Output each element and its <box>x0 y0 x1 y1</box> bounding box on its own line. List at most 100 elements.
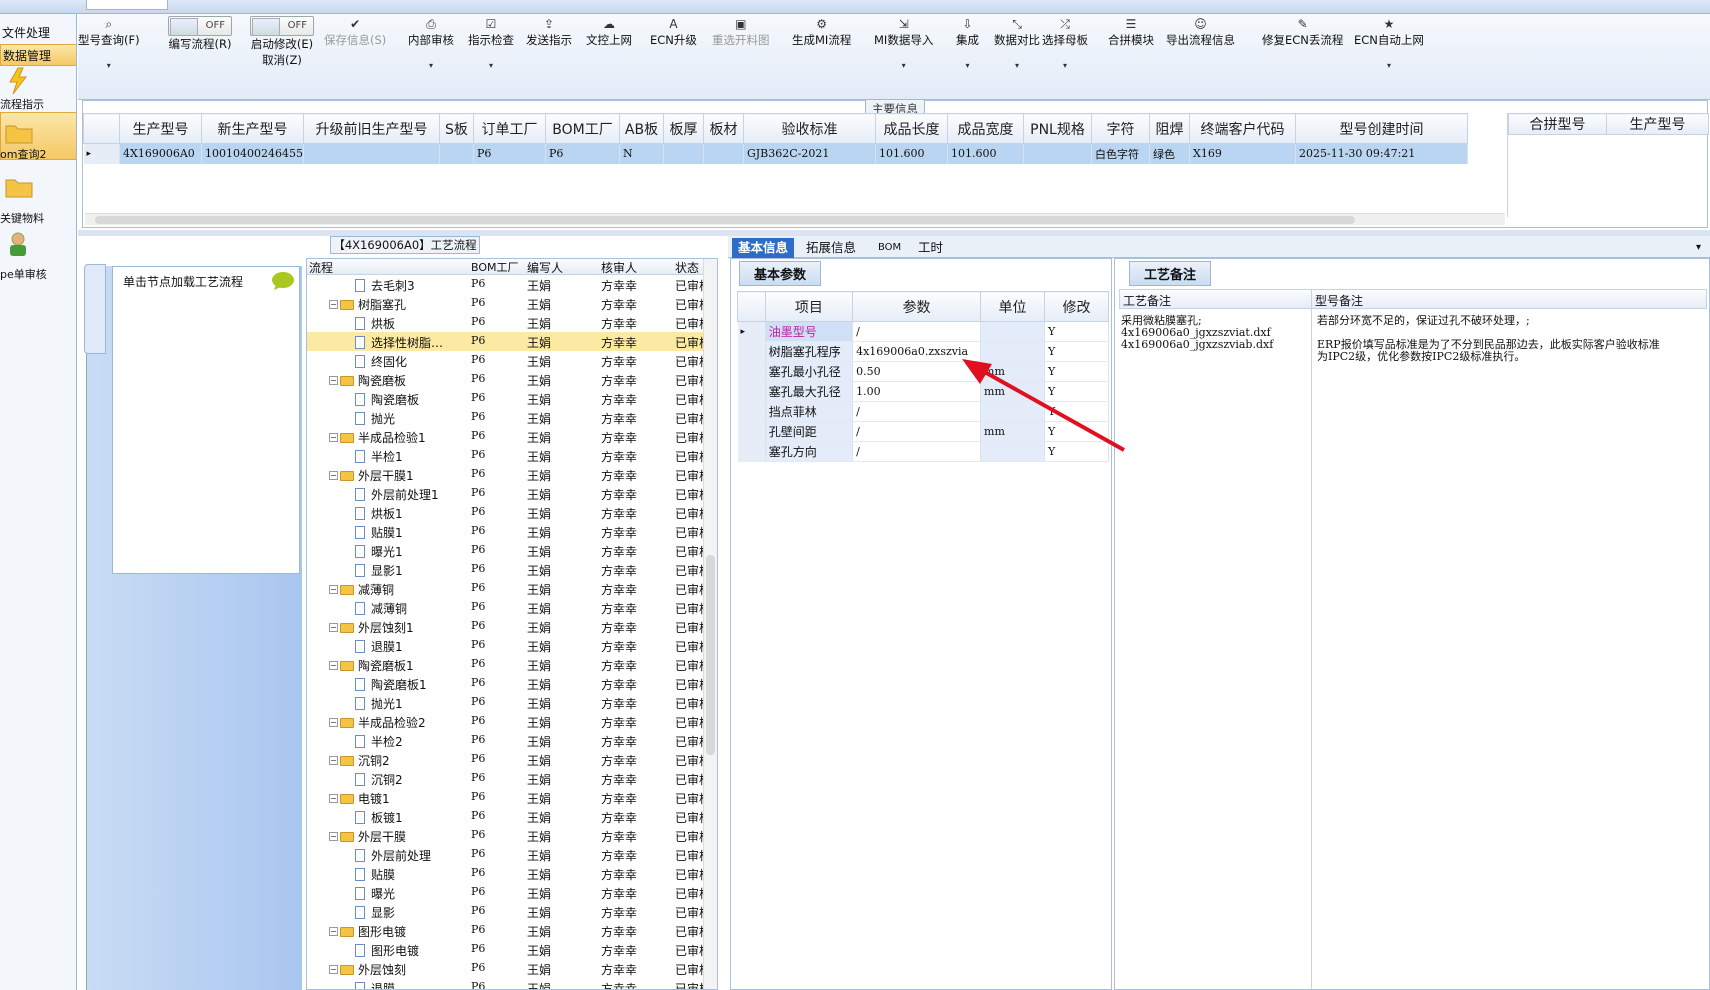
toolbar-button-1[interactable]: OFF 编写流程(R) <box>168 16 232 52</box>
collapse-icon[interactable]: − <box>329 471 338 480</box>
nav-key-material[interactable]: 关键物料 <box>0 210 76 226</box>
model-note-text[interactable]: 若部分环宽不足的，保证过孔不破环处理，; ERP报价填写品标准是为了不分到民品那… <box>1317 315 1660 363</box>
tree-row[interactable]: − 树脂塞孔 P6 王娟 方幸幸 已审核 <box>307 294 711 313</box>
chevron-down-icon[interactable]: ▾ <box>78 58 140 74</box>
toolbar-button-15[interactable]: ☰ 合拼模块 <box>1108 16 1154 48</box>
tree-row[interactable]: 外层前处理1 P6 王娟 方幸幸 已审核 <box>307 484 711 503</box>
main-cell[interactable] <box>1023 143 1092 164</box>
side-tab-vertical[interactable] <box>84 264 106 354</box>
subtab-basic-params[interactable]: 基本参数 <box>739 261 822 286</box>
toolbar-button-10[interactable]: ⚙ 生成MI流程 <box>792 16 851 48</box>
tree-row[interactable]: 减薄铜 P6 王娟 方幸幸 已审核 <box>307 598 711 617</box>
toolbar-button-17[interactable]: ✎ 修复ECN丢流程 <box>1262 16 1343 48</box>
main-col-header[interactable]: 验收标准 <box>742 113 876 144</box>
param-cell[interactable]: 孔壁间距 <box>765 421 854 442</box>
nav-pe-review[interactable]: pe单审核 <box>0 266 76 282</box>
param-col-header[interactable]: 参数 <box>852 291 982 322</box>
toolbar-button-8[interactable]: A ECN升级 <box>650 16 697 48</box>
tree-row[interactable]: 沉铜2 P6 王娟 方幸幸 已审核 <box>307 769 711 788</box>
param-col-header[interactable]: 单位 <box>980 291 1045 322</box>
param-cell[interactable]: / <box>852 321 982 342</box>
collapse-icon[interactable]: − <box>329 623 338 632</box>
tree-col-status[interactable]: 状态 <box>675 259 699 276</box>
toolbar-button-13[interactable]: ⤡ 数据对比 ▾ <box>994 16 1040 74</box>
chevron-down-icon[interactable]: ▾ <box>994 58 1040 74</box>
collapse-icon[interactable]: − <box>329 433 338 442</box>
scroll-thumb[interactable] <box>706 555 715 755</box>
tree-row[interactable]: 显影 P6 王娟 方幸幸 已审核 <box>307 902 711 921</box>
tree-col-writer[interactable]: 编写人 <box>527 259 563 276</box>
main-col-header[interactable]: 订单工厂 <box>472 113 546 144</box>
collapse-icon[interactable]: − <box>329 661 338 670</box>
chevron-down-icon[interactable]: ▾ <box>468 58 514 74</box>
toolbar-button-4[interactable]: ⎙ 内部审核 ▾ <box>408 16 454 74</box>
main-col-header[interactable]: 型号创建时间 <box>1294 113 1468 144</box>
main-col-header[interactable]: AB板 <box>618 113 664 144</box>
param-cell[interactable]: 塞孔最大孔径 <box>765 381 854 402</box>
param-cell[interactable]: 树脂塞孔程序 <box>765 341 854 362</box>
subtab-process-notes[interactable]: 工艺备注 <box>1129 261 1212 286</box>
main-cell[interactable]: 白色字符 <box>1091 143 1150 164</box>
toolbar-button-14[interactable]: ⤮ 选择母板 ▾ <box>1042 16 1088 74</box>
toolbar-button-5[interactable]: ☑ 指示检查 ▾ <box>468 16 514 74</box>
chevron-down-icon[interactable]: ▾ <box>408 58 454 74</box>
collapse-icon[interactable]: − <box>329 376 338 385</box>
tree-row[interactable]: 烘板 P6 王娟 方幸幸 已审核 <box>307 313 711 332</box>
main-col-header[interactable]: S板 <box>438 113 474 144</box>
info-tab-3[interactable]: 工时 <box>912 238 949 258</box>
tree-row[interactable]: − 陶瓷磨板1 P6 王娟 方幸幸 已审核 <box>307 655 711 674</box>
collapse-icon[interactable]: − <box>329 927 338 936</box>
main-hscroll[interactable] <box>85 213 1505 225</box>
main-cell[interactable]: P6 <box>545 143 620 164</box>
tree-row[interactable]: − 外层干膜1 P6 王娟 方幸幸 已审核 <box>307 465 711 484</box>
tree-row[interactable]: 显影1 P6 王娟 方幸幸 已审核 <box>307 560 711 579</box>
merge-prod-model-header[interactable]: 生产型号 <box>1606 113 1709 135</box>
tree-row[interactable]: 曝光1 P6 王娟 方幸幸 已审核 <box>307 541 711 560</box>
tree-row[interactable]: 退膜 P6 王娟 方幸幸 已审核 <box>307 978 711 989</box>
collapse-icon[interactable]: − <box>329 585 338 594</box>
tree-row[interactable]: 陶瓷磨板 P6 王娟 方幸幸 已审核 <box>307 389 711 408</box>
param-col-header[interactable]: 修改 <box>1043 291 1110 322</box>
main-col-header[interactable]: 成品宽度 <box>946 113 1024 144</box>
info-tab-0[interactable]: 基本信息 <box>732 238 795 258</box>
param-col-header[interactable]: 项目 <box>764 291 854 322</box>
tree-vscroll[interactable] <box>703 259 717 989</box>
tree-row[interactable]: − 半成品检验1 P6 王娟 方幸幸 已审核 <box>307 427 711 446</box>
tree-row[interactable]: 板镀1 P6 王娟 方幸幸 已审核 <box>307 807 711 826</box>
tree-row[interactable]: 终固化 P6 王娟 方幸幸 已审核 <box>307 351 711 370</box>
main-col-header[interactable]: 板材 <box>702 113 744 144</box>
main-col-header[interactable]: 终端客户代码 <box>1188 113 1296 144</box>
main-col-header[interactable]: BOM工厂 <box>544 113 620 144</box>
main-col-header[interactable]: 阻焊 <box>1148 113 1190 144</box>
collapse-icon[interactable]: − <box>329 300 338 309</box>
main-cell[interactable]: 10010400246455 <box>201 143 304 164</box>
info-tab-2[interactable]: BOM <box>872 238 907 258</box>
param-cell[interactable]: Y <box>1044 321 1110 342</box>
toolbar-button-6[interactable]: ⇪ 发送指示 <box>526 16 572 48</box>
chevron-down-icon[interactable]: ▾ <box>1042 58 1088 74</box>
chevron-down-icon[interactable]: ▾ <box>1354 58 1424 74</box>
tree-col-process[interactable]: 流程 <box>309 259 333 276</box>
main-cell[interactable] <box>439 143 474 164</box>
toggle-switch[interactable]: OFF <box>250 16 314 36</box>
info-tab-1[interactable]: 拓展信息 <box>800 238 862 258</box>
main-col-header[interactable]: 板厚 <box>662 113 704 144</box>
main-cell[interactable]: N <box>619 143 664 164</box>
tree-row[interactable]: 贴膜 P6 王娟 方幸幸 已审核 <box>307 864 711 883</box>
tree-row[interactable]: 外层前处理 P6 王娟 方幸幸 已审核 <box>307 845 711 864</box>
tree-row[interactable]: − 沉铜2 P6 王娟 方幸幸 已审核 <box>307 750 711 769</box>
tree-row[interactable]: 抛光1 P6 王娟 方幸幸 已审核 <box>307 693 711 712</box>
tree-row[interactable]: 退膜1 P6 王娟 方幸幸 已审核 <box>307 636 711 655</box>
tree-row[interactable]: 抛光 P6 王娟 方幸幸 已审核 <box>307 408 711 427</box>
process-note-text[interactable]: 采用微粘膜塞孔; 4x169006a0_jgxzszviat.dxf 4x169… <box>1121 315 1273 351</box>
param-cell[interactable]: 塞孔方向 <box>765 441 854 462</box>
main-cell[interactable]: 4X169006A0 <box>119 143 202 164</box>
nav-process[interactable]: 流程指示 <box>0 96 76 112</box>
nav-file[interactable]: 文件处理 <box>0 22 76 44</box>
tree-row[interactable]: 图形电镀 P6 王娟 方幸幸 已审核 <box>307 940 711 959</box>
toolbar-button-0[interactable]: ⌕ 型号查询(F) ▾ <box>78 16 140 74</box>
param-cell[interactable]: 挡点菲林 <box>765 401 854 422</box>
tree-row[interactable]: − 减薄铜 P6 王娟 方幸幸 已审核 <box>307 579 711 598</box>
main-col-header[interactable]: 生产型号 <box>119 113 202 144</box>
main-col-header[interactable]: 新生产型号 <box>201 113 304 144</box>
